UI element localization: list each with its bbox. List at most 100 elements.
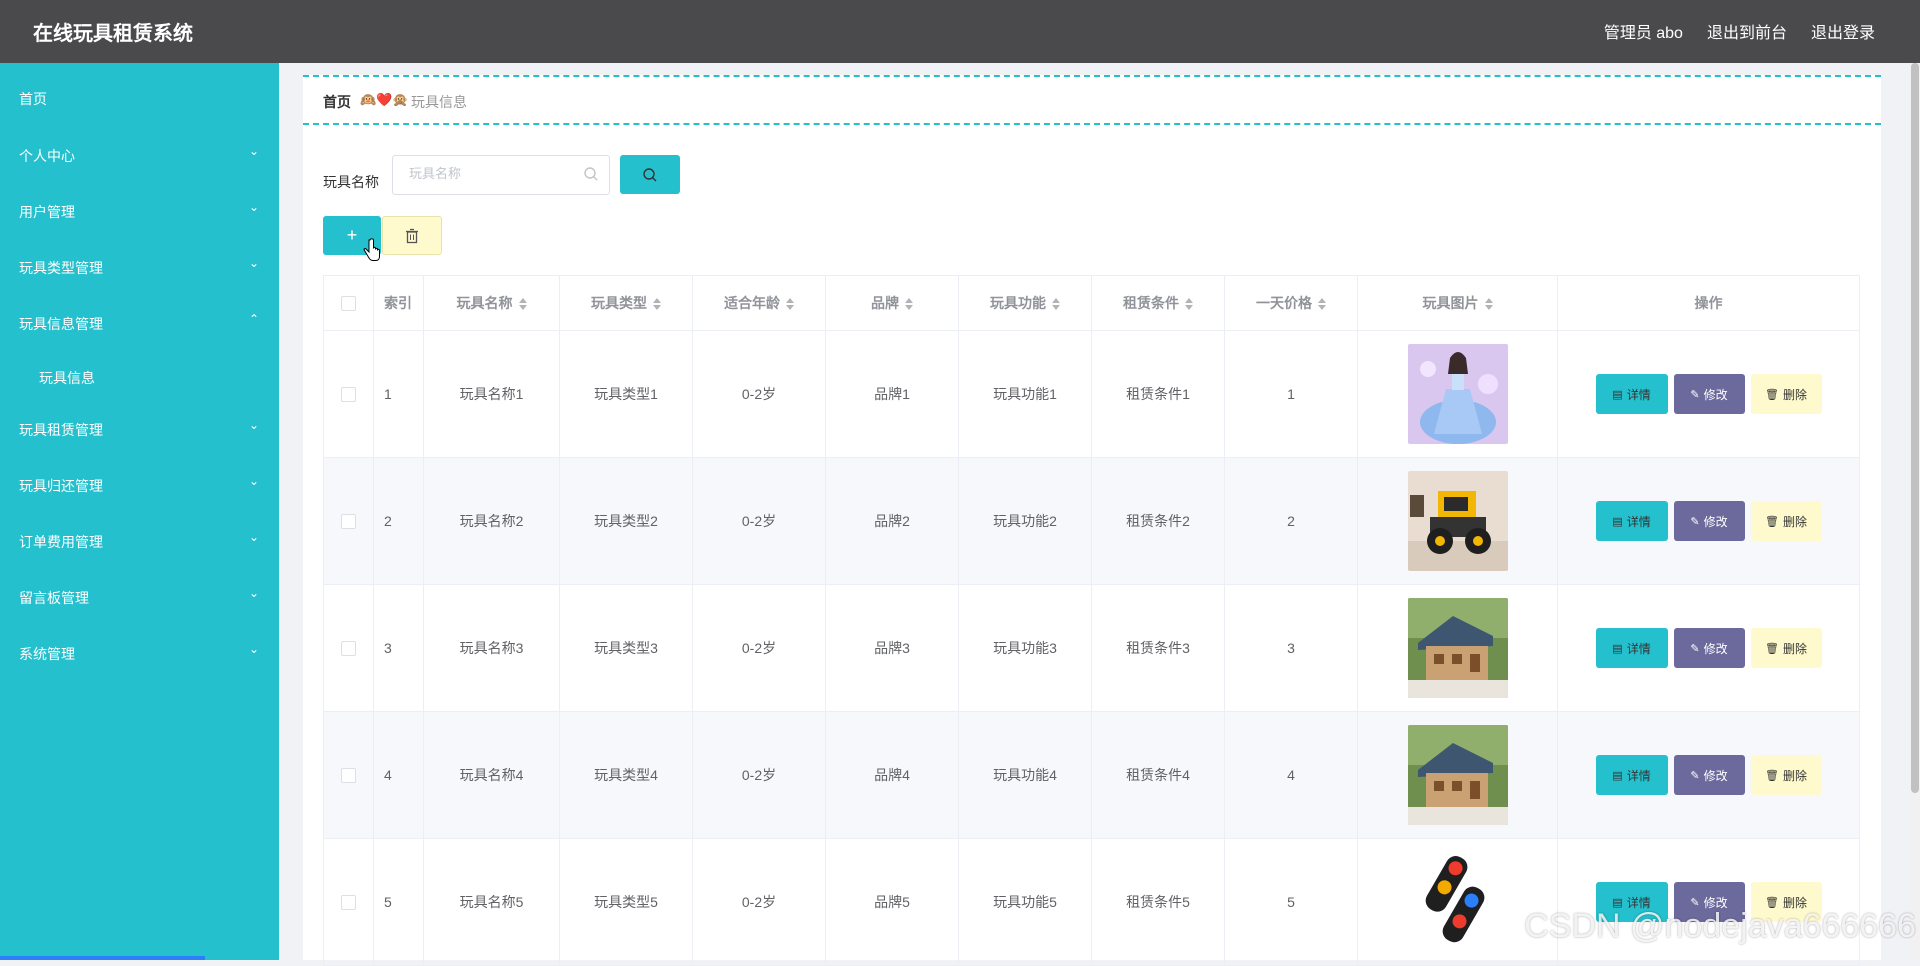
cell-price: 5	[1224, 838, 1358, 966]
delete-button[interactable]: 🗑 删除	[1750, 374, 1822, 414]
sidebar-item-label: 留言板管理	[19, 590, 89, 606]
sort-icon[interactable]	[518, 298, 527, 311]
cell-index: 5	[373, 838, 424, 966]
toy-table: 索引 玩具名称 玩具类型 适合年龄 品牌 玩具功能 租赁条件 一天价格 玩具图片…	[323, 275, 1860, 966]
cell-image	[1357, 457, 1558, 585]
detail-button[interactable]: ▤ 详情	[1595, 628, 1668, 668]
cell-brand: 品牌2	[825, 457, 959, 585]
sort-icon[interactable]	[1185, 298, 1193, 311]
cell-condition: 租赁条件3	[1091, 584, 1225, 712]
sidebar-item[interactable]: 玩具租赁管理 ⌄	[0, 406, 279, 456]
detail-button[interactable]: ▤ 详情	[1595, 374, 1668, 414]
chevron-icon: ⌄	[248, 642, 259, 656]
sort-icon[interactable]	[1052, 298, 1060, 311]
delete-label: 删除	[1782, 641, 1807, 656]
delete-button[interactable]: 🗑 删除	[1750, 501, 1822, 541]
sort-icon[interactable]	[1318, 298, 1326, 311]
row-checkbox[interactable]	[341, 895, 356, 911]
chevron-icon: ⌄	[248, 586, 259, 600]
trash-icon: 🗑	[1765, 642, 1779, 655]
sort-icon[interactable]	[905, 298, 913, 311]
table-body: 1 玩具名称1 玩具类型1 0-2岁 品牌1 玩具功能1 租赁条件1 1 ▤ 详情 ✎ 修改 🗑 删除 2 玩…	[323, 330, 1860, 966]
select-all-cell	[323, 275, 374, 331]
col-type[interactable]: 玩具类型	[559, 275, 693, 331]
sidebar-item[interactable]: 用户管理 ⌄	[0, 188, 279, 238]
edit-button[interactable]: ✎ 修改	[1673, 374, 1745, 414]
content-panel: 首页 🙉❤️🙊 玩具信息 玩具名称 +	[303, 75, 1881, 966]
sidebar-item[interactable]: 留言板管理 ⌄	[0, 574, 279, 624]
scrollbar-thumb[interactable]	[1911, 63, 1919, 793]
search-input[interactable]	[407, 165, 581, 182]
sidebar-item[interactable]: 个人中心 ⌄	[0, 132, 279, 182]
cell-actions: ▤ 详情 ✎ 修改 🗑 删除	[1557, 584, 1860, 712]
sidebar-item[interactable]: 系统管理 ⌄	[0, 630, 279, 680]
cell-price: 2	[1224, 457, 1358, 585]
sort-icon[interactable]	[1484, 298, 1493, 311]
document-icon: ▤	[1612, 896, 1623, 909]
col-function[interactable]: 玩具功能	[958, 275, 1092, 331]
row-select-cell	[323, 584, 374, 712]
sidebar-item[interactable]: 订单费用管理 ⌄	[0, 518, 279, 568]
sidebar-item[interactable]: 玩具类型管理 ⌄	[0, 244, 279, 294]
sidebar-item[interactable]: 首页	[0, 75, 279, 125]
detail-button[interactable]: ▤ 详情	[1595, 882, 1668, 922]
edit-button[interactable]: ✎ 修改	[1673, 755, 1745, 795]
row-select-cell	[323, 711, 374, 839]
app-title: 在线玩具租赁系统	[33, 23, 193, 45]
cell-age: 0-2岁	[692, 457, 826, 585]
sidebar-item-label: 系统管理	[19, 646, 75, 662]
sidebar-item-label: 玩具信息	[39, 370, 95, 386]
cell-brand: 品牌4	[825, 711, 959, 839]
col-name[interactable]: 玩具名称	[423, 275, 560, 331]
cell-name: 玩具名称5	[423, 838, 560, 966]
logout-link[interactable]: 退出登录	[1811, 19, 1875, 43]
sidebar-item[interactable]: 玩具归还管理 ⌄	[0, 462, 279, 512]
detail-button[interactable]: ▤ 详情	[1595, 755, 1668, 795]
house-toy-image	[1407, 598, 1508, 698]
edit-button[interactable]: ✎ 修改	[1673, 882, 1745, 922]
row-checkbox[interactable]	[341, 387, 356, 403]
cell-age: 0-2岁	[692, 838, 826, 966]
edit-button[interactable]: ✎ 修改	[1673, 628, 1745, 668]
col-age[interactable]: 适合年龄	[692, 275, 826, 331]
cell-price: 3	[1224, 584, 1358, 712]
delete-button[interactable]: 🗑 删除	[1750, 882, 1822, 922]
detail-button[interactable]: ▤ 详情	[1595, 501, 1668, 541]
cell-actions: ▤ 详情 ✎ 修改 🗑 删除	[1557, 838, 1860, 966]
cell-name: 玩具名称3	[423, 584, 560, 712]
search-button[interactable]	[620, 155, 680, 194]
col-price[interactable]: 一天价格	[1224, 275, 1358, 331]
sidebar-item[interactable]: 玩具信息	[0, 354, 279, 404]
row-checkbox[interactable]	[341, 641, 356, 657]
row-select-cell	[323, 838, 374, 966]
row-checkbox[interactable]	[341, 768, 356, 784]
edit-label: 修改	[1703, 768, 1728, 783]
breadcrumb-home[interactable]: 首页	[323, 92, 351, 112]
table-row: 4 玩具名称4 玩具类型4 0-2岁 品牌4 玩具功能4 租赁条件4 4 ▤ 详情 ✎ 修改 🗑 删除	[323, 711, 1860, 839]
sidebar-item[interactable]: 玩具信息管理 ⌃	[0, 300, 279, 350]
col-condition-label: 租赁条件	[1123, 295, 1179, 311]
col-actions: 操作	[1557, 275, 1860, 331]
delete-button[interactable]: 🗑 删除	[1750, 628, 1822, 668]
chevron-icon: ⌄	[248, 530, 259, 544]
sidebar: 首页 个人中心 ⌄ 用户管理 ⌄ 玩具类型管理 ⌄ 玩具信息管理 ⌃ 玩具信息 玩具租赁管理 ⌄ 玩具归…	[0, 63, 279, 960]
cell-type: 玩具类型1	[559, 330, 693, 458]
back-to-front-link[interactable]: 退出到前台	[1707, 19, 1787, 43]
batch-delete-button[interactable]	[382, 216, 442, 255]
delete-button[interactable]: 🗑 删除	[1750, 755, 1822, 795]
cell-function: 玩具功能3	[958, 584, 1092, 712]
cell-function: 玩具功能4	[958, 711, 1092, 839]
sidebar-item-label: 玩具类型管理	[19, 260, 103, 276]
col-brand[interactable]: 品牌	[825, 275, 959, 331]
row-checkbox[interactable]	[341, 514, 356, 530]
cell-brand: 品牌1	[825, 330, 959, 458]
col-condition[interactable]: 租赁条件	[1091, 275, 1225, 331]
sort-icon[interactable]	[786, 298, 794, 311]
search-field	[392, 155, 610, 195]
col-image[interactable]: 玩具图片	[1357, 275, 1558, 331]
page-scrollbar[interactable]	[1910, 63, 1920, 960]
select-all-checkbox[interactable]	[341, 296, 356, 312]
sidebar-item-label: 订单费用管理	[19, 534, 103, 550]
sort-icon[interactable]	[653, 298, 661, 311]
edit-button[interactable]: ✎ 修改	[1673, 501, 1745, 541]
